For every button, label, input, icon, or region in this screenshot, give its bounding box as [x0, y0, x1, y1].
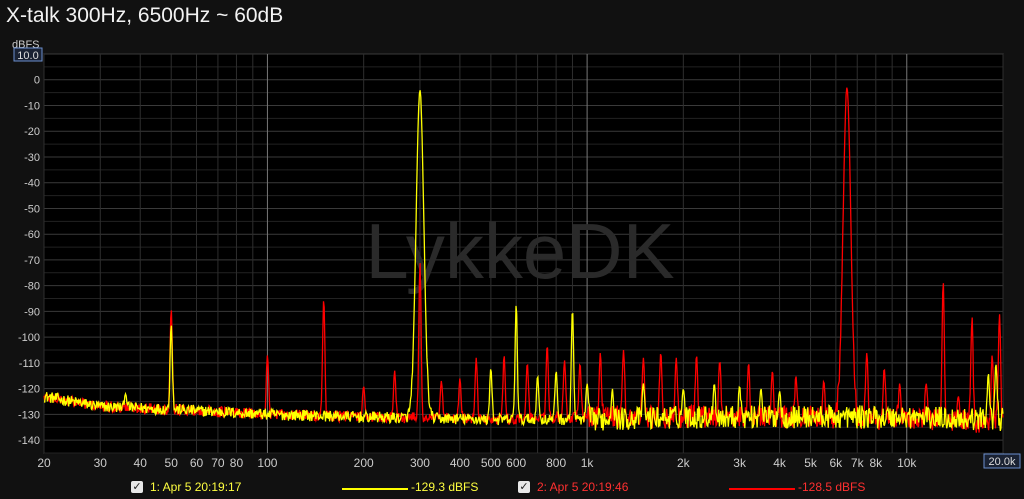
x-tick-label: 50 — [165, 456, 179, 470]
x-tick-label: 800 — [546, 456, 566, 470]
spectrum-chart[interactable]: 0 -10 -20 -30 -40 -50 -60 -70 -80 -90 -100 -110 -120… — [0, 0, 1024, 478]
x-right-box-value: 20.0k — [989, 456, 1016, 468]
series-1-checkbox[interactable]: ✓ — [131, 481, 143, 493]
x-tick-label: 60 — [190, 456, 204, 470]
series-2-checkbox[interactable]: ✓ — [518, 481, 530, 493]
series-2-level: -128.5 dBFS — [798, 480, 866, 494]
y-tick-label: -20 — [24, 126, 40, 138]
y-tick-label: -50 — [24, 203, 40, 215]
watermark: LykkeDK — [365, 207, 674, 295]
x-tick-label: 300 — [410, 456, 430, 470]
y-tick-label: -140 — [18, 435, 40, 447]
y-tick-label: -130 — [18, 409, 40, 421]
x-tick-label: 500 — [481, 456, 501, 470]
x-tick-label: 7k — [851, 456, 865, 470]
y-tick-label: -30 — [24, 152, 40, 164]
x-tick-label: 400 — [450, 456, 470, 470]
x-tick-label: 70 — [211, 456, 225, 470]
x-tick-label: 200 — [354, 456, 374, 470]
x-tick-label: 30 — [94, 456, 108, 470]
y-tick-label: -40 — [24, 178, 40, 190]
series-2-name: 2: Apr 5 20:19:46 — [537, 480, 629, 494]
x-tick-label: 8k — [869, 456, 883, 470]
x-tick-label: 20 — [37, 456, 51, 470]
x-tick-label: 5k — [804, 456, 818, 470]
y-top-box-value: 10.0 — [17, 50, 38, 62]
y-tick-label: -10 — [24, 100, 40, 112]
series-1-name: 1: Apr 5 20:19:17 — [150, 480, 242, 494]
x-tick-label: 10k — [897, 456, 917, 470]
y-tick-label: -60 — [24, 229, 40, 241]
y-tick-label: -80 — [24, 281, 40, 293]
x-tick-label: 2k — [677, 456, 691, 470]
series-1-level: -129.3 dBFS — [411, 480, 479, 494]
y-tick-label: 0 — [34, 75, 40, 87]
x-tick-label: 80 — [230, 456, 244, 470]
x-tick-label: 100 — [257, 456, 277, 470]
x-tick-label: 4k — [773, 456, 787, 470]
x-tick-label: 1k — [581, 456, 595, 470]
y-tick-label: -100 — [18, 332, 40, 344]
y-tick-label: -90 — [24, 306, 40, 318]
series-2-line-sample — [729, 488, 795, 490]
x-tick-label: 600 — [506, 456, 526, 470]
y-tick-label: -70 — [24, 255, 40, 267]
x-tick-label: 40 — [134, 456, 148, 470]
series-1-line-sample — [342, 488, 408, 490]
y-tick-label: -120 — [18, 384, 40, 396]
x-tick-label: 6k — [830, 456, 844, 470]
y-tick-label: -110 — [19, 358, 40, 370]
x-tick-label: 3k — [733, 456, 747, 470]
